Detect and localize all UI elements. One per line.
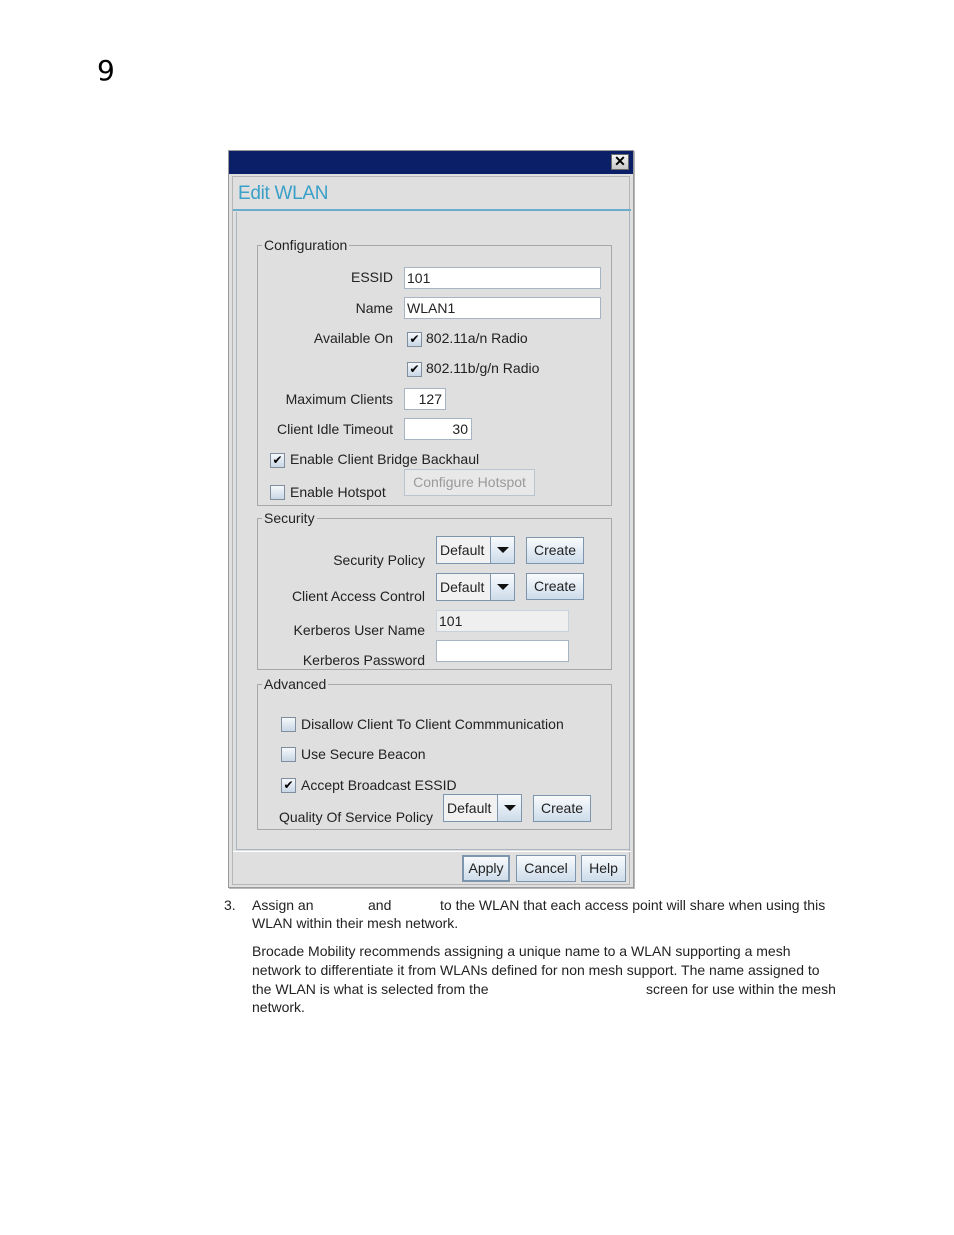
kerberos-user-label: Kerberos User Name xyxy=(293,622,426,638)
security-policy-value: Default xyxy=(440,542,485,558)
create-qos-button[interactable]: Create xyxy=(533,795,591,822)
radio-an-checkbox[interactable]: ✔ xyxy=(407,332,422,347)
step-text-part1: Assign an xyxy=(252,897,314,913)
paragraph-line3b: screen for use within the mesh xyxy=(646,981,836,997)
content-panel: Configuration ESSID Name Available On ✔ … xyxy=(236,212,630,850)
paragraph-line2: network to differentiate it from WLANs d… xyxy=(252,962,820,978)
idle-timeout-input[interactable] xyxy=(404,418,472,440)
hotspot-label: Enable Hotspot xyxy=(290,484,386,500)
footer-divider xyxy=(233,851,631,852)
apply-button[interactable]: Apply xyxy=(462,855,510,882)
essid-label: ESSID xyxy=(350,269,393,285)
max-clients-input[interactable] xyxy=(404,388,446,410)
kerberos-password-input[interactable] xyxy=(436,640,569,662)
bridge-backhaul-checkbox[interactable]: ✔ xyxy=(270,453,285,468)
radio-an-label: 802.11a/n Radio xyxy=(426,330,528,346)
radio-bgn-checkbox[interactable]: ✔ xyxy=(407,362,422,377)
paragraph-line3a: the WLAN is what is selected from the xyxy=(252,981,489,997)
cancel-button[interactable]: Cancel xyxy=(516,855,576,882)
advanced-legend: Advanced xyxy=(264,676,327,692)
secure-beacon-checkbox[interactable] xyxy=(281,747,296,762)
close-icon[interactable]: ✕ xyxy=(611,154,629,170)
security-legend: Security xyxy=(264,510,315,526)
name-label: Name xyxy=(355,300,393,316)
secure-beacon-label: Use Secure Beacon xyxy=(301,746,426,762)
hotspot-checkbox[interactable] xyxy=(270,485,285,500)
step-number: 3. xyxy=(224,897,236,913)
kerberos-password-label: Kerberos Password xyxy=(302,652,425,668)
title-bar[interactable]: ✕ xyxy=(229,151,633,174)
configuration-legend: Configuration xyxy=(264,237,348,253)
create-security-policy-button[interactable]: Create xyxy=(526,537,584,564)
bridge-backhaul-label: Enable Client Bridge Backhaul xyxy=(290,451,480,467)
disallow-c2c-label: Disallow Client To Client Commmunication xyxy=(301,716,564,732)
radio-bgn-label: 802.11b/g/n Radio xyxy=(426,360,540,376)
step-text-line2: WLAN within their mesh network. xyxy=(252,915,459,931)
client-access-value: Default xyxy=(440,579,485,595)
disallow-c2c-checkbox[interactable] xyxy=(281,717,296,732)
help-button[interactable]: Help xyxy=(581,855,626,882)
chevron-down-icon[interactable] xyxy=(490,574,514,600)
qos-label: Quality Of Service Policy xyxy=(279,809,434,825)
qos-value: Default xyxy=(447,800,492,816)
dialog-title: Edit WLAN xyxy=(238,183,329,204)
client-access-label: Client Access Control xyxy=(291,588,425,604)
max-clients-label: Maximum Clients xyxy=(285,391,393,407)
idle-timeout-label: Client Idle Timeout xyxy=(277,421,393,437)
step-text-part2: and xyxy=(368,897,392,913)
chevron-down-icon[interactable] xyxy=(490,537,514,563)
step-text-part3: to the WLAN that each access point will … xyxy=(440,897,826,913)
edit-wlan-window: ✕ Edit WLAN Configuration ESSID Name Ava… xyxy=(228,150,634,888)
accept-broadcast-checkbox[interactable]: ✔ xyxy=(281,778,296,793)
essid-input[interactable] xyxy=(404,267,601,289)
dialog-body: Edit WLAN Configuration ESSID Name Avail… xyxy=(232,176,631,885)
name-input[interactable] xyxy=(404,297,601,319)
kerberos-user-input[interactable] xyxy=(436,610,569,632)
paragraph-line1: Brocade Mobility recommends assigning a … xyxy=(252,943,791,959)
qos-select[interactable]: Default xyxy=(443,794,522,822)
security-policy-label: Security Policy xyxy=(333,552,425,568)
available-on-label: Available On xyxy=(313,330,393,346)
configure-hotspot-button[interactable]: Configure Hotspot xyxy=(404,469,535,496)
accept-broadcast-label: Accept Broadcast ESSID xyxy=(301,777,457,793)
title-divider xyxy=(233,209,631,211)
chevron-down-icon[interactable] xyxy=(497,795,521,821)
create-client-access-button[interactable]: Create xyxy=(526,573,584,600)
paragraph-line4: network. xyxy=(252,999,305,1015)
chapter-number: 9 xyxy=(97,54,115,87)
security-policy-select[interactable]: Default xyxy=(436,536,515,564)
client-access-select[interactable]: Default xyxy=(436,573,515,601)
